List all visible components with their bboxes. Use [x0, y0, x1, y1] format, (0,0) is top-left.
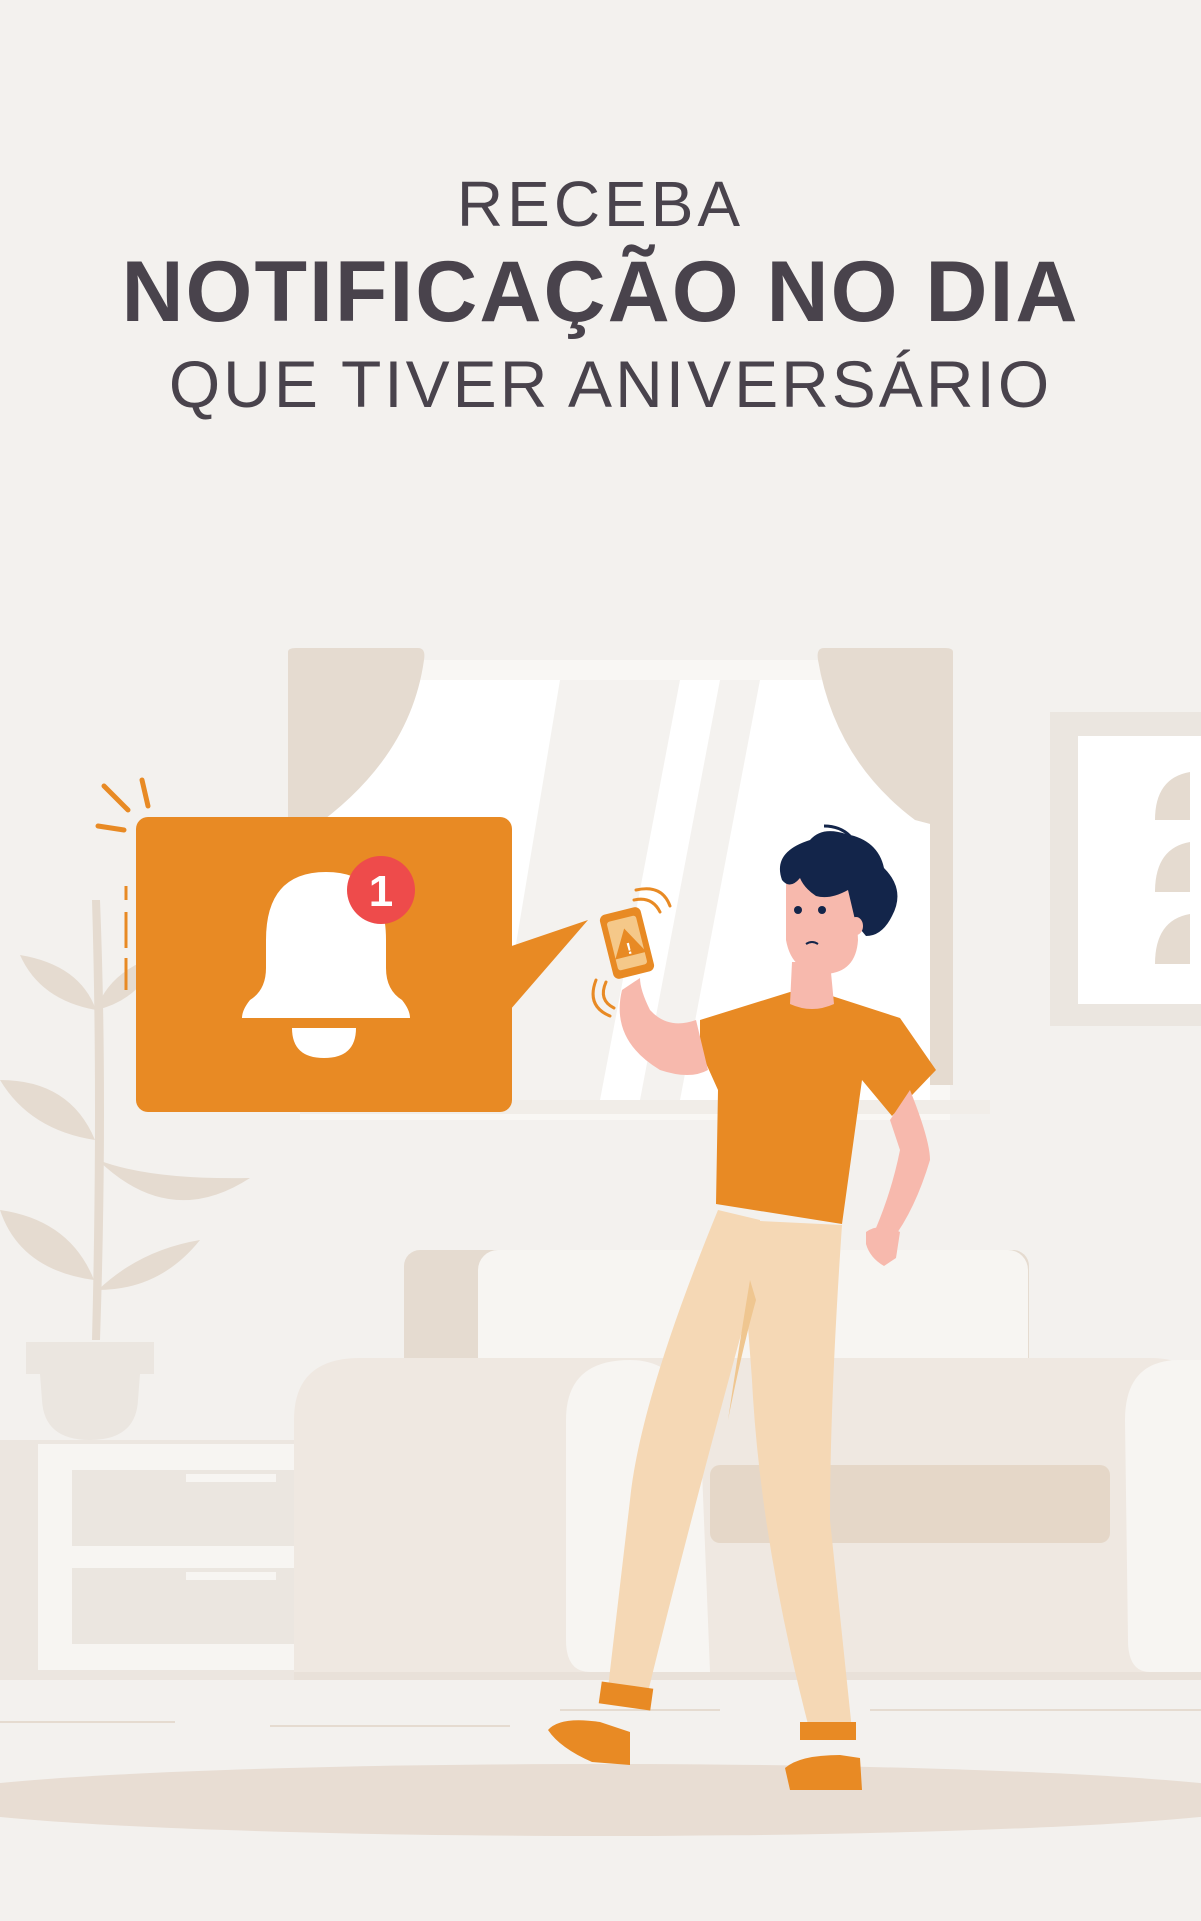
- notification-badge-count: 1: [369, 867, 393, 916]
- plant-pot: [26, 1342, 154, 1440]
- notification-badge: 1: [347, 856, 415, 924]
- wall-frame: [1050, 712, 1201, 1026]
- illustration-scene: 1 !: [0, 648, 1201, 1836]
